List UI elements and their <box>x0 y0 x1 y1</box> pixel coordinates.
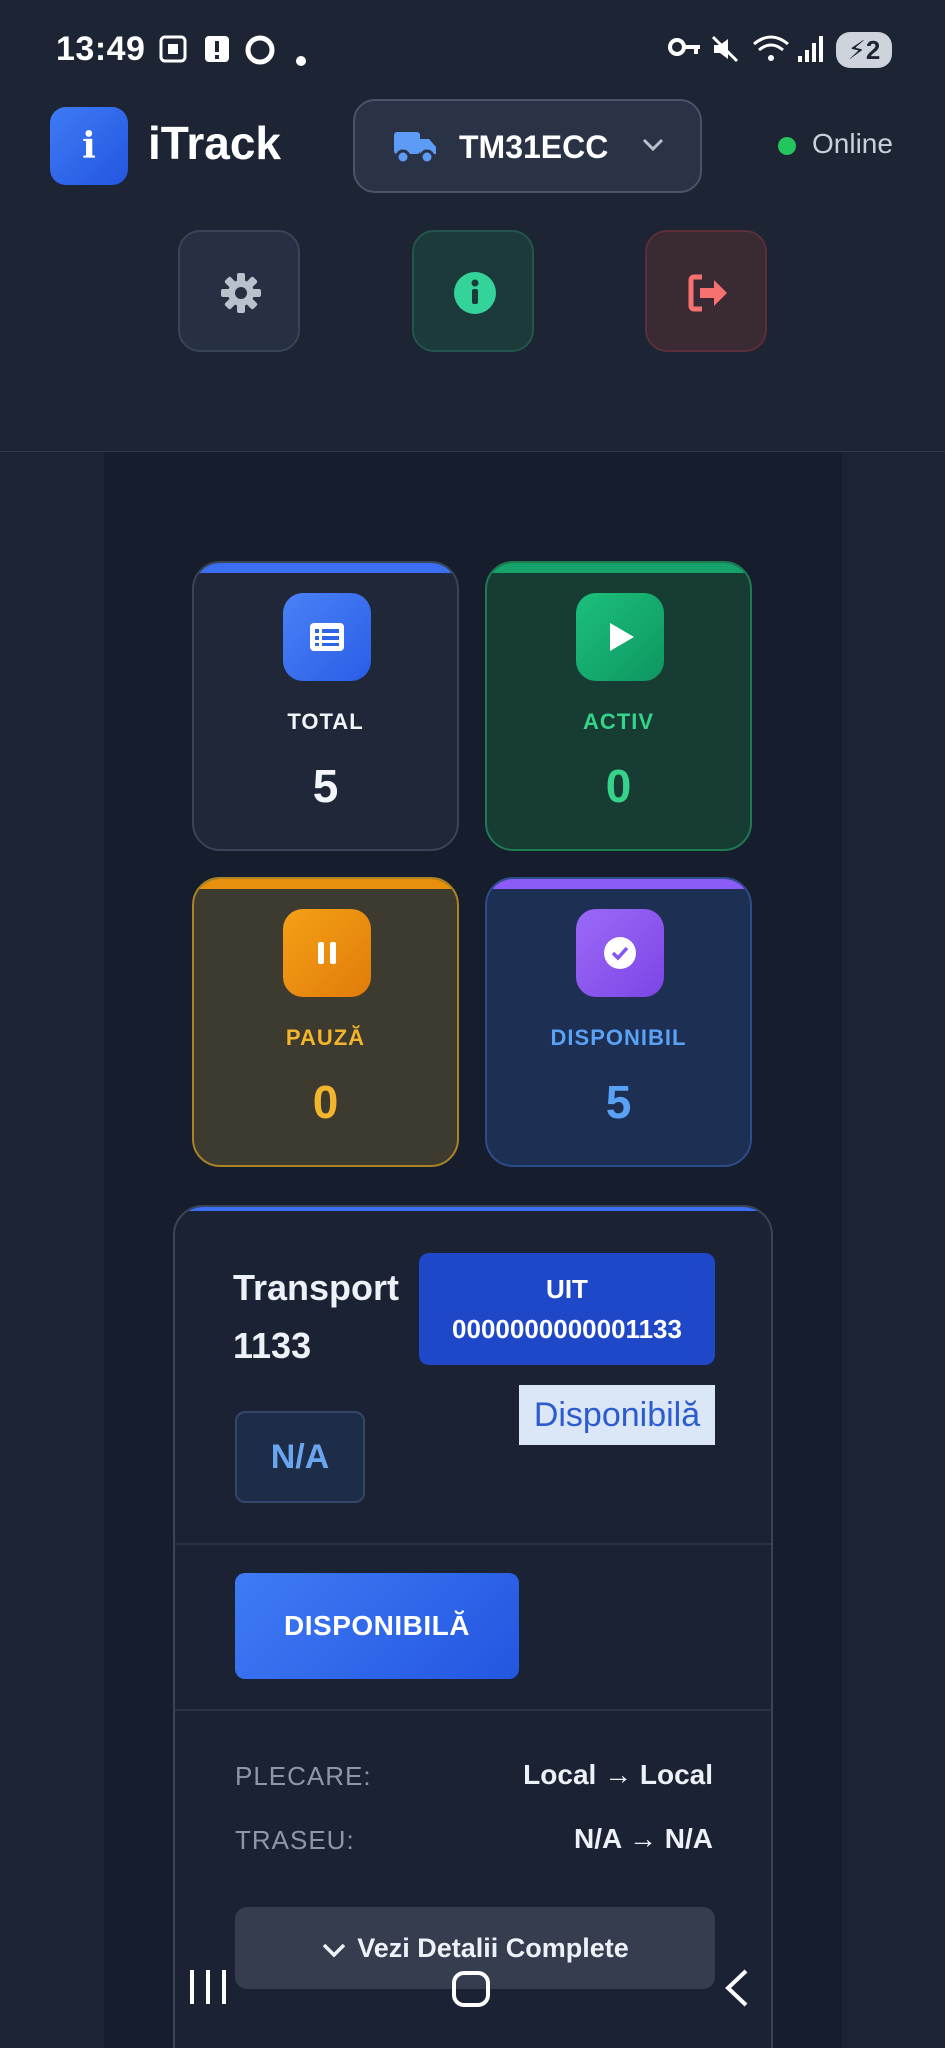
plecare-label: PLECARE: <box>235 1761 372 1791</box>
stat-card-total[interactable]: TOTAL 5 <box>192 561 459 851</box>
chevron-down-icon <box>641 137 665 158</box>
list-icon <box>283 593 371 681</box>
carrier-icon <box>244 34 276 73</box>
status-button[interactable]: DISPONIBILĂ <box>235 1573 519 1679</box>
home-icon[interactable] <box>452 1971 490 2007</box>
transport-card[interactable]: Transport 1133 UIT 0000000000001133 Disp… <box>173 1205 773 2048</box>
check-circle-icon <box>576 909 664 997</box>
stat-label: ACTIV <box>583 709 654 734</box>
stat-label: TOTAL <box>287 709 364 734</box>
back-icon[interactable] <box>722 1968 750 2013</box>
stat-value: 5 <box>605 1076 632 1128</box>
stat-value: 0 <box>605 760 632 812</box>
stat-value: 5 <box>312 760 339 812</box>
stat-card-pauza[interactable]: PAUZĂ 0 <box>192 877 459 1167</box>
online-status-label: Online <box>812 128 893 159</box>
card-divider <box>175 1709 771 1711</box>
info-button[interactable] <box>412 230 534 352</box>
stat-accent-bar <box>194 563 457 573</box>
vehicle-label: TM31ECC <box>459 129 609 165</box>
system-status-bar: 13:49 ⚡2 <box>0 0 945 100</box>
notification-dot-icon <box>295 42 307 74</box>
card-accent-line <box>175 1207 771 1211</box>
battery-level: 2 <box>865 35 881 65</box>
mute-icon <box>710 34 740 71</box>
stat-accent-bar <box>194 879 457 889</box>
uit-badge: UIT 0000000000001133 <box>419 1253 715 1365</box>
app-logo: i <box>50 107 128 185</box>
uit-number: 0000000000001133 <box>452 1314 682 1344</box>
signal-icon <box>796 34 824 71</box>
pause-icon <box>283 909 371 997</box>
traseu-label: TRASEU: <box>235 1825 355 1855</box>
logout-button[interactable] <box>645 230 767 352</box>
vehicle-selector[interactable]: TM31ECC <box>353 99 702 193</box>
stat-accent-bar <box>487 879 750 889</box>
card-divider <box>175 1543 771 1545</box>
transport-title: Transport 1133 <box>233 1267 400 1366</box>
stat-card-activ[interactable]: ACTIV 0 <box>485 561 752 851</box>
chevron-down-icon <box>322 1943 346 1958</box>
app-title: iTrack <box>148 117 281 169</box>
truck-icon <box>393 129 437 170</box>
settings-button[interactable] <box>178 230 300 352</box>
traseu-value: N/A → N/A <box>574 1823 713 1854</box>
wifi-icon <box>752 34 790 71</box>
screenshot-icon <box>158 34 188 71</box>
status-text: Disponibilă <box>519 1385 715 1445</box>
details-button-label: Vezi Detalii Complete <box>357 1933 629 1963</box>
online-status-dot <box>778 137 796 155</box>
stat-label: PAUZĂ <box>285 1025 366 1050</box>
stat-label: DISPONIBIL <box>550 1025 687 1050</box>
vehicle-badge: N/A <box>235 1411 365 1503</box>
recent-apps-icon[interactable] <box>188 1968 228 2011</box>
key-icon <box>668 34 702 67</box>
status-time: 13:49 <box>56 30 146 68</box>
stat-accent-bar <box>487 563 750 573</box>
stat-value: 0 <box>312 1076 339 1128</box>
stat-card-disponibil[interactable]: DISPONIBIL 5 <box>485 877 752 1167</box>
play-icon <box>576 593 664 681</box>
battery-indicator: ⚡2 <box>836 32 892 68</box>
app-header: 13:49 ⚡2 i iTrack TM31ECC Online <box>0 0 945 452</box>
alert-icon <box>204 34 230 71</box>
plecare-value: Local → Local <box>523 1759 713 1790</box>
uit-label: UIT <box>546 1274 588 1304</box>
